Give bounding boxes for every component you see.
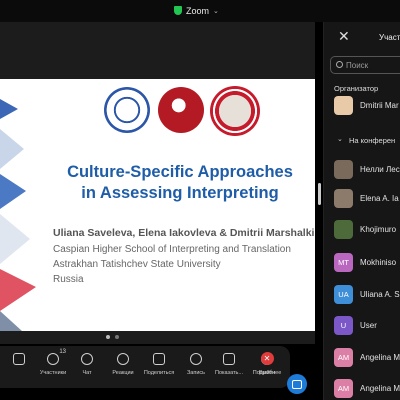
page-indicator [106, 335, 119, 339]
participant-name: Uliana A. S [360, 290, 400, 299]
avatar: U [334, 316, 353, 335]
slide-title: Culture-Specific Approaches in Assessing… [67, 163, 293, 202]
tool-label: Реакции [112, 370, 134, 376]
participant-count: 13 [59, 349, 66, 355]
participant-item[interactable]: MT Mokhiniso [334, 253, 400, 273]
slide-affiliation: Russia [53, 274, 84, 285]
search-input[interactable] [346, 59, 400, 72]
avatar: UA [334, 285, 353, 304]
captions-icon [223, 353, 235, 365]
avatar [334, 220, 353, 239]
participant-name: Angelina M [360, 353, 400, 362]
participants-panel: ✕ Участ Организатор Dmitrii Mar ⌄ На кон… [323, 22, 400, 400]
participant-search[interactable] [330, 56, 400, 74]
avatar: AM [334, 379, 353, 398]
record-button[interactable]: Запись [179, 351, 213, 383]
avatar [334, 160, 353, 179]
app-name: Zoom [186, 5, 210, 16]
shared-screen-area: Culture-Specific Approaches in Assessing… [0, 22, 315, 344]
participant-name: Нелли Лес [360, 165, 400, 174]
meeting-toolbar: 13 Участники Чат Реакции Поделиться Запи… [0, 346, 290, 388]
participant-item[interactable]: AM Angelina M [334, 348, 400, 368]
tool-label: Поделиться [143, 370, 175, 376]
leave-icon: ✕ [260, 352, 274, 365]
slide-decoration-stripe [0, 99, 18, 119]
astrakhan-university-logo [210, 86, 260, 136]
avatar: AM [334, 348, 353, 367]
captions-button[interactable]: Показать... [212, 351, 246, 383]
mic-button[interactable] [2, 351, 36, 383]
shield-icon [174, 6, 182, 15]
panel-title: Участ [379, 33, 400, 42]
tool-label: Показать... [215, 370, 243, 376]
mic-icon [13, 353, 25, 365]
slide-decoration-stripe [0, 129, 24, 169]
chevron-down-icon: ⌄ [337, 136, 343, 143]
participant-item[interactable]: Khojimuro [334, 220, 400, 240]
slide-decoration-stripe [0, 311, 22, 331]
close-icon[interactable]: ✕ [338, 29, 350, 43]
slide-decoration-stripe [0, 269, 36, 311]
participant-name: Mokhiniso [360, 258, 397, 267]
participant-name: User [360, 321, 377, 330]
participant-name: Dmitrii Mar [360, 101, 399, 110]
participants-icon: 13 [47, 349, 66, 365]
search-icon [336, 61, 343, 68]
slide-affiliation: Astrakhan Tatishchev State University [53, 259, 221, 270]
phoenix-logo [158, 87, 204, 133]
panel-resize-handle[interactable] [318, 183, 321, 205]
tool-label: Участники [39, 370, 67, 376]
chat-icon [81, 353, 93, 365]
heart-icon [117, 353, 129, 365]
participant-name: Angelina M [360, 384, 400, 393]
leave-label: Выйти [258, 370, 276, 376]
record-icon [190, 353, 202, 365]
caspian-school-logo [104, 87, 150, 133]
zoom-top-bar: Zoom ⌄ [0, 0, 400, 22]
participant-name: Khojimuro [360, 225, 397, 234]
participant-item[interactable]: UA Uliana A. S [334, 285, 400, 305]
slide-decoration-stripe [0, 214, 30, 264]
avatar [334, 189, 353, 208]
reactions-button[interactable]: Реакции [106, 351, 140, 383]
participant-item[interactable]: AM Angelina M [334, 379, 400, 399]
presentation-slide: Culture-Specific Approaches in Assessing… [0, 79, 315, 331]
zoom-security-badge[interactable]: Zoom ⌄ [174, 3, 219, 18]
page-dot-active[interactable] [106, 335, 110, 339]
chevron-down-icon: ⌄ [213, 7, 219, 15]
slide-logos [104, 86, 264, 136]
participant-name: Elena A. Ia [360, 194, 399, 203]
organizer-heading: Организатор [334, 84, 379, 93]
slide-decoration-stripe [0, 174, 26, 209]
video-button[interactable] [287, 374, 307, 394]
share-icon [153, 353, 165, 365]
slide-decoration [0, 99, 36, 331]
leave-button[interactable]: ✕ Выйти [250, 351, 284, 383]
chat-button[interactable]: Чат [70, 351, 104, 383]
participant-organizer[interactable]: Dmitrii Mar [334, 96, 400, 116]
participant-item[interactable]: Нелли Лес [334, 160, 400, 180]
in-meeting-label: На конферен [349, 136, 396, 145]
avatar [334, 96, 353, 115]
tool-label: Запись [186, 370, 206, 376]
slide-authors: Uliana Saveleva, Elena Iakovleva & Dmitr… [53, 227, 315, 239]
participant-item[interactable]: Elena A. Ia [334, 189, 400, 209]
panel-header: ✕ Участ [324, 22, 400, 54]
slide-affiliation: Caspian Higher School of Interpreting an… [53, 244, 291, 255]
participants-button[interactable]: 13 Участники [36, 349, 70, 383]
avatar: MT [334, 253, 353, 272]
page-dot[interactable] [115, 335, 119, 339]
participant-item[interactable]: U User [334, 316, 400, 336]
share-button[interactable]: Поделиться [142, 351, 176, 383]
tool-label: Чат [82, 370, 92, 376]
